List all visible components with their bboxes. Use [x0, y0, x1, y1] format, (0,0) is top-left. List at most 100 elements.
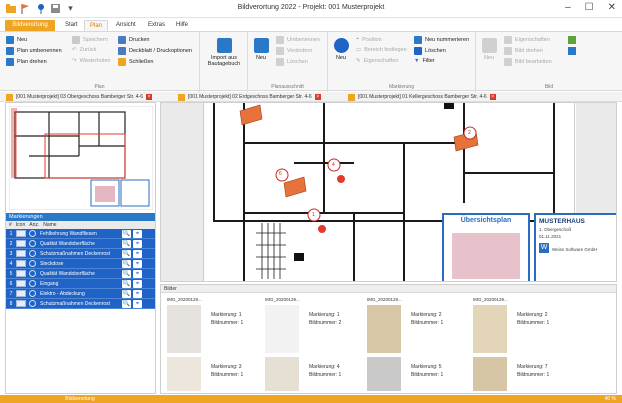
doc-tab-erdgeschoss[interactable]: [001 Musterprojekt] 02 Erdgeschoss Bambe… [178, 93, 321, 101]
image-card[interactable]: Markierung: 4 Bildnummer: 1 [265, 357, 363, 391]
blue-save-icon[interactable] [568, 47, 576, 55]
canvas-margin-left [161, 103, 203, 281]
close-button[interactable]: ✕ [608, 2, 616, 13]
image-new-button[interactable]: Neu [480, 38, 498, 61]
planausschnitt-change-button[interactable]: Verändern [276, 47, 312, 55]
close-plan-button[interactable]: Schließen [118, 58, 153, 66]
image-card[interactable]: Markierung: 7 Bildnummer: 1 [473, 357, 571, 391]
image-edit-button[interactable]: Bild bearbeiten [504, 58, 552, 66]
marker-new-button[interactable]: Neu [332, 38, 350, 61]
locate-icon[interactable]: ⌖ [133, 249, 142, 258]
zoom-icon[interactable]: 🔍 [122, 239, 131, 248]
locate-icon[interactable]: ⌖ [133, 289, 142, 298]
plan-rotate-button[interactable]: Plan drehen [6, 58, 47, 66]
image-card[interactable]: IMG_20200129... Markierung: 1 Bildnummer:… [265, 297, 363, 357]
marker-area-button[interactable]: ▭ Bereich festlegen [356, 47, 407, 53]
close-tab-icon[interactable]: × [146, 94, 153, 100]
plan-overview-thumbnail[interactable] [9, 106, 153, 210]
list-item[interactable]: 5 Qualität Wandoberfläche 🔍 ⌖ [6, 269, 155, 279]
doc-tab-kellergeschoss[interactable]: [001 Musterprojekt] 01 Kellergeschoss Ba… [348, 93, 496, 101]
marker-status-icon [29, 270, 36, 277]
green-check-icon[interactable] [568, 36, 576, 44]
list-item[interactable]: 1 Fehlbohrung Wandfliesen 🔍 ⌖ [6, 229, 155, 239]
photo-thumbnail[interactable] [367, 305, 401, 353]
plan-new-button[interactable]: Neu [6, 36, 27, 44]
image-edit-icon [504, 58, 512, 66]
zoom-icon[interactable]: 🔍 [122, 259, 131, 268]
image-properties-button[interactable]: Eigenschaften [504, 36, 550, 44]
image-card[interactable]: Markierung: 5 Bildnummer: 1 [367, 357, 465, 391]
marker-status-icon [29, 300, 36, 307]
zoom-icon[interactable]: 🔍 [122, 279, 131, 288]
image-card[interactable]: Markierung: 3 Bildnummer: 1 [167, 357, 265, 391]
maximize-button[interactable]: ☐ [585, 2, 594, 13]
markierungen-header: Markierungen [6, 213, 155, 221]
minimize-button[interactable]: – [565, 2, 571, 13]
planausschnitt-new-button[interactable]: Neu [252, 38, 270, 61]
locate-icon[interactable]: ⌖ [133, 299, 142, 308]
zoom-icon[interactable]: 🔍 [122, 289, 131, 298]
plan-tab-icon [6, 93, 13, 101]
marker-filter-button[interactable]: ▼ Filter [414, 58, 435, 64]
window-controls: – ☐ ✕ [565, 2, 616, 13]
locate-icon[interactable]: ⌖ [133, 269, 142, 278]
import-bautagebuch-button[interactable]: Import aus Bautagebuch [204, 38, 244, 67]
locate-icon[interactable]: ⌖ [133, 279, 142, 288]
undo-button[interactable]: ↶ Zurück [72, 47, 96, 53]
thumbnail-icon [16, 230, 26, 237]
image-rotate-button[interactable]: Bild drehen [504, 47, 543, 55]
close-tab-icon[interactable]: × [489, 94, 496, 100]
locate-icon[interactable]: ⌖ [133, 239, 142, 248]
photo-thumbnail[interactable] [265, 305, 299, 353]
zoom-icon[interactable]: 🔍 [122, 249, 131, 258]
photo-thumbnail[interactable] [265, 357, 299, 391]
group-label-planausschnitt: Planausschnitt [271, 84, 304, 90]
image-card[interactable]: IMG_20200129... Markierung: 2 Bildnummer:… [473, 297, 571, 357]
ribbon-group-bild: Neu Eigenschaften Bild drehen Bild bearb… [476, 32, 622, 92]
plan-canvas[interactable]: 6 4 1 2 Übersichtsplan MUSTERHAUS 1. Obe… [160, 102, 617, 282]
save-button[interactable]: Speichern [72, 36, 108, 44]
thumbnail-icon [16, 260, 26, 267]
camera-icon [444, 103, 454, 109]
photo-thumbnail[interactable] [473, 305, 507, 353]
planausschnitt-delete-button[interactable]: Löschen [276, 58, 308, 66]
title-bar: ▾ Bildverortung 2022 - Projekt: 001 Must… [0, 0, 622, 18]
list-item[interactable]: 6 Eingang 🔍 ⌖ [6, 279, 155, 289]
cover-print-options-button[interactable]: Deckblatt / Druckoptionen [118, 47, 192, 55]
print-button[interactable]: Drucken [118, 36, 149, 44]
list-item[interactable]: 3 Schutzmaßnahmen Deckenrost 🔍 ⌖ [6, 249, 155, 259]
zoom-icon[interactable]: 🔍 [122, 269, 131, 278]
zoom-level[interactable]: 40 % [605, 396, 616, 402]
photo-thumbnail[interactable] [167, 305, 201, 353]
marker-position-button[interactable]: ⌖ Position [356, 36, 382, 43]
marker-properties-button[interactable]: ✎ Eigenschaften [356, 58, 398, 64]
zoom-icon[interactable]: 🔍 [122, 299, 131, 308]
list-item[interactable]: 7 Elektro - Abdeckung 🔍 ⌖ [6, 289, 155, 299]
zoom-icon[interactable]: 🔍 [122, 229, 131, 238]
plan-sheet[interactable]: 6 4 1 2 Übersichtsplan MUSTERHAUS 1. Obe… [203, 103, 616, 281]
undo-icon: ↶ [72, 47, 77, 53]
photo-thumbnail[interactable] [167, 357, 201, 391]
photo-thumbnail[interactable] [367, 357, 401, 391]
marker-delete-button[interactable]: Löschen [414, 47, 446, 55]
close-tab-icon[interactable]: × [314, 94, 321, 100]
photo-thumbnail[interactable] [473, 357, 507, 391]
doc-tab-obergeschoss[interactable]: [001 Musterprojekt] 03 Obergeschoss Bamb… [6, 93, 153, 101]
thumbnail-icon [16, 270, 26, 277]
redo-button[interactable]: ↷ Wiederholen [72, 58, 111, 64]
frame-new-icon [253, 38, 269, 53]
image-card[interactable]: IMG_20200129... Markierung: 1 Bildnummer:… [167, 297, 265, 357]
marker-pin [318, 225, 326, 233]
plan-rename-button[interactable]: Plan umbenennen [6, 47, 62, 55]
locate-icon[interactable]: ⌖ [133, 229, 142, 238]
thumbnail-icon [16, 250, 26, 257]
list-item[interactable]: 4 Steckdose 🔍 ⌖ [6, 259, 155, 269]
planausschnitt-rename-button[interactable]: Umbenennen [276, 36, 320, 44]
marker-renumber-button[interactable]: Neu nummerieren [414, 36, 469, 44]
image-card[interactable]: IMG_20200129... Markierung: 2 Bildnummer:… [367, 297, 465, 357]
markierungen-list: 1 Fehlbohrung Wandfliesen 🔍 ⌖ 2 Qualität… [6, 229, 155, 309]
locate-icon[interactable]: ⌖ [133, 259, 142, 268]
ribbon-group-plan: Neu Plan umbenennen Plan drehen Speicher… [0, 32, 200, 92]
list-item[interactable]: 2 Qualität Wandoberfläche 🔍 ⌖ [6, 239, 155, 249]
list-item[interactable]: 8 Schutzmaßnahmen Deckenrost 🔍 ⌖ [6, 299, 155, 309]
